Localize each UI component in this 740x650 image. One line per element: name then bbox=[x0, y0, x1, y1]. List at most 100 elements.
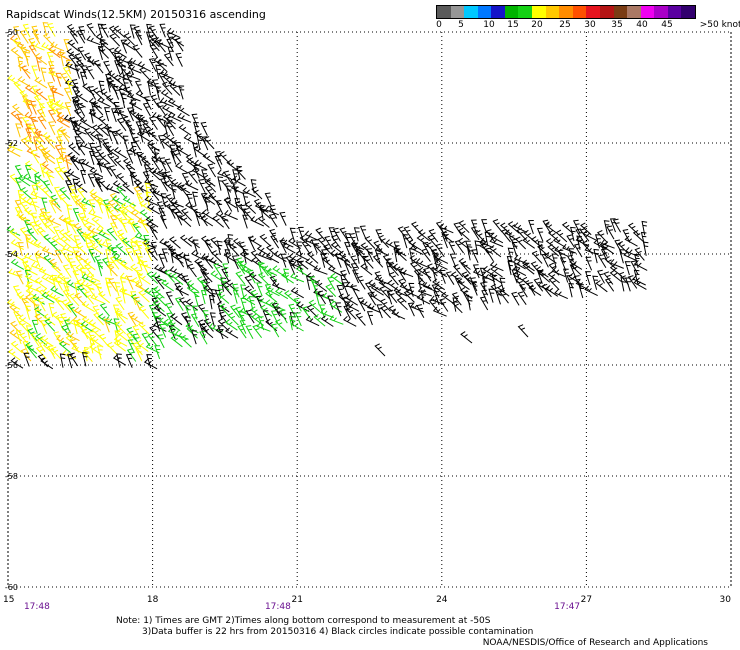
wind-barb bbox=[311, 239, 318, 254]
wind-barb bbox=[198, 179, 206, 193]
wind-barb bbox=[86, 23, 96, 37]
wind-barb bbox=[196, 135, 203, 150]
wind-barb bbox=[128, 202, 142, 215]
wind-barb bbox=[491, 274, 498, 289]
wind-barb bbox=[105, 282, 112, 297]
wind-barb bbox=[135, 90, 149, 101]
wind-barb bbox=[139, 116, 152, 130]
wind-barb bbox=[421, 248, 431, 262]
wind-barb bbox=[366, 311, 374, 326]
wind-barb bbox=[171, 208, 184, 221]
wind-barb bbox=[207, 163, 217, 178]
wind-barb bbox=[140, 219, 149, 234]
wind-barb bbox=[183, 134, 198, 145]
wind-barb bbox=[31, 65, 38, 80]
wind-barb bbox=[391, 309, 406, 320]
wind-barb bbox=[79, 116, 93, 129]
wind-barb bbox=[200, 235, 213, 249]
wind-barb bbox=[10, 239, 25, 251]
wind-barb bbox=[507, 247, 514, 262]
wind-barb bbox=[180, 334, 192, 348]
wind-barb bbox=[113, 157, 126, 170]
wind-barb bbox=[256, 282, 263, 297]
wind-barb bbox=[112, 85, 120, 100]
wind-barb bbox=[122, 182, 135, 195]
wind-barb bbox=[209, 257, 223, 268]
wind-barb bbox=[108, 165, 118, 179]
wind-barb bbox=[40, 335, 54, 347]
wind-barb bbox=[223, 170, 233, 185]
wind-barb bbox=[69, 30, 79, 44]
wind-barb bbox=[75, 180, 88, 193]
wind-barb bbox=[149, 325, 160, 339]
wind-barb bbox=[25, 325, 32, 340]
time-label: 17:48 bbox=[265, 602, 291, 612]
note-line-2: 3)Data buffer is 22 hrs from 20150316 4)… bbox=[142, 627, 534, 637]
wind-barb bbox=[43, 254, 55, 268]
wind-barb bbox=[624, 261, 631, 276]
wind-barb bbox=[41, 186, 53, 200]
wind-barb bbox=[244, 285, 257, 299]
wind-barb bbox=[536, 227, 544, 242]
wind-barb bbox=[181, 208, 192, 222]
wind-barb bbox=[93, 59, 104, 74]
wind-barb bbox=[110, 222, 118, 237]
wind-barb bbox=[74, 119, 88, 131]
footnotes: Note: 1) Times are GMT 2)Times along bot… bbox=[116, 616, 533, 638]
lon-tick-label: 21 bbox=[291, 595, 302, 605]
map-grid bbox=[7, 31, 732, 588]
wind-barb bbox=[125, 353, 133, 368]
wind-barb bbox=[112, 253, 127, 264]
lat-tick-label: -56 bbox=[5, 361, 18, 370]
wind-barb bbox=[319, 308, 334, 319]
wind-map: -50 -52 -54 -56 -58 -60 15 18 21 24 27 30 17:48 17:4… bbox=[3, 22, 732, 612]
wind-barb bbox=[200, 121, 208, 136]
wind-barb bbox=[56, 130, 63, 145]
wind-barb bbox=[122, 157, 136, 171]
wind-barb bbox=[187, 263, 197, 278]
wind-barb bbox=[10, 258, 25, 270]
wind-barb bbox=[406, 287, 421, 299]
wind-barb bbox=[439, 298, 449, 312]
wind-barb bbox=[573, 243, 583, 258]
wind-barb bbox=[142, 238, 157, 249]
wind-barb bbox=[37, 115, 47, 130]
wind-barb bbox=[235, 271, 246, 285]
wind-barb bbox=[202, 152, 216, 165]
wind-barb bbox=[104, 107, 110, 122]
wind-barb bbox=[335, 253, 342, 268]
wind-barb bbox=[50, 199, 62, 212]
wind-barb bbox=[15, 123, 22, 138]
wind-barb bbox=[245, 325, 254, 339]
wind-barb bbox=[148, 116, 158, 130]
wind-barb bbox=[482, 277, 488, 292]
lat-tick-label: -58 bbox=[5, 472, 18, 481]
wind-barb bbox=[374, 343, 386, 357]
wind-barb bbox=[159, 214, 168, 229]
wind-barb bbox=[112, 354, 127, 366]
wind-barb bbox=[170, 313, 183, 326]
wind-barb bbox=[8, 268, 23, 278]
lon-tick-label: 24 bbox=[436, 595, 448, 605]
wind-barb bbox=[149, 226, 158, 240]
wind-barb bbox=[178, 297, 190, 311]
wind-barb bbox=[359, 225, 367, 240]
wind-barb bbox=[265, 290, 278, 303]
note-line-1: Note: 1) Times are GMT 2)Times along bot… bbox=[116, 616, 491, 626]
wind-barb bbox=[175, 52, 183, 67]
lat-tick-label: -54 bbox=[5, 250, 18, 259]
wind-barb bbox=[606, 225, 615, 240]
wind-barb bbox=[313, 265, 328, 275]
wind-barb bbox=[295, 250, 310, 261]
wind-barb bbox=[175, 285, 189, 296]
wind-barb bbox=[217, 318, 229, 332]
wind-barb bbox=[73, 108, 85, 122]
wind-barb bbox=[448, 241, 456, 255]
wind-barb bbox=[164, 180, 176, 193]
wind-barb bbox=[488, 288, 495, 303]
lat-tick-label: -60 bbox=[5, 583, 18, 592]
wind-barb bbox=[35, 345, 47, 359]
wind-barb bbox=[15, 270, 24, 285]
wind-barb bbox=[566, 234, 576, 249]
time-label: 17:47 bbox=[554, 602, 580, 612]
